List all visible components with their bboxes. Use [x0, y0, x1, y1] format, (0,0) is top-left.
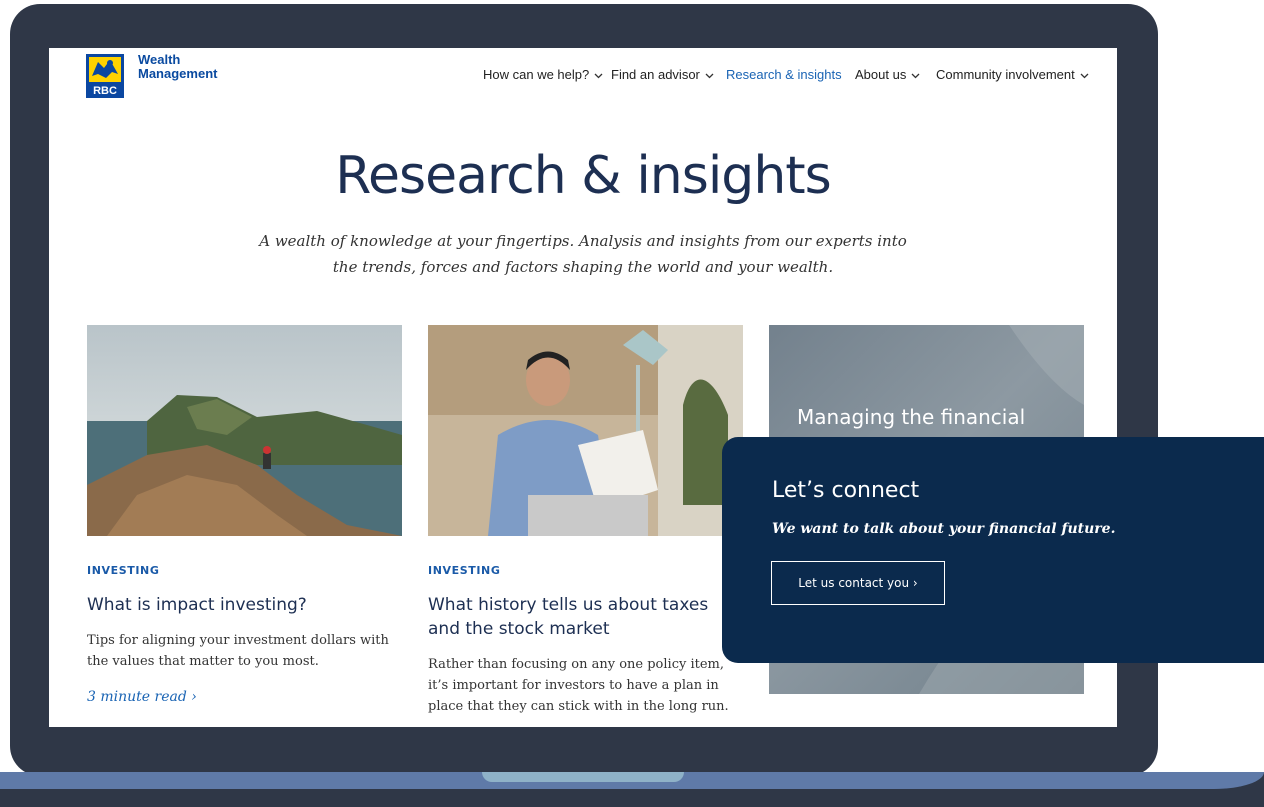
connect-title: Let’s connect: [772, 478, 920, 503]
nav-item-community-involvement[interactable]: Community involvement: [936, 67, 1089, 82]
svg-text:RBC: RBC: [93, 85, 117, 97]
feature-title: Managing the financial: [797, 405, 1026, 429]
card-image-man-reading-documents[interactable]: [428, 325, 743, 536]
chevron-down-icon: [705, 73, 714, 78]
brand-line-2: Management: [138, 66, 218, 81]
nav-item-how-can-we-help[interactable]: How can we help?: [483, 67, 603, 82]
chevron-down-icon: [1080, 73, 1089, 78]
card-category: INVESTING: [87, 564, 160, 577]
nav-label: How can we help?: [483, 67, 590, 82]
nav-label: About us: [855, 67, 907, 82]
rbc-logo[interactable]: RBC: [86, 54, 124, 98]
card-description: Tips for aligning your investment dollar…: [87, 633, 389, 669]
card-description: Rather than focusing on any one policy i…: [428, 657, 729, 714]
connect-subtitle: We want to talk about your financial fut…: [772, 521, 1116, 537]
nav-item-about-us[interactable]: About us: [855, 67, 920, 82]
chevron-down-icon: [594, 73, 603, 78]
nav-item-find-an-advisor[interactable]: Find an advisor: [611, 67, 714, 82]
laptop-notch: [482, 772, 684, 782]
nav-label: Research & insights: [726, 67, 842, 82]
nav-label: Find an advisor: [611, 67, 700, 82]
nav-label: Community involvement: [936, 67, 1075, 82]
nav-item-research-insights[interactable]: Research & insights: [726, 67, 842, 82]
let-us-contact-you-button[interactable]: Let us contact you ›: [771, 561, 945, 605]
card-category: INVESTING: [428, 564, 501, 577]
laptop-base: [0, 772, 1264, 807]
card-image-coastal-hike[interactable]: [87, 325, 402, 536]
brand-line-1: Wealth: [138, 52, 181, 67]
page-subtitle: A wealth of knowledge at your fingertips…: [259, 232, 907, 276]
chevron-down-icon: [911, 73, 920, 78]
page-title: Research & insights: [335, 146, 832, 206]
card-title[interactable]: What is impact investing?: [87, 593, 397, 617]
card-title[interactable]: What history tells us about taxes and th…: [428, 593, 738, 641]
brand-name[interactable]: Wealth Management: [138, 53, 217, 81]
read-time-link[interactable]: 3 minute read ›: [87, 689, 197, 705]
lets-connect-panel: Let’s connect We want to talk about your…: [722, 437, 1264, 663]
